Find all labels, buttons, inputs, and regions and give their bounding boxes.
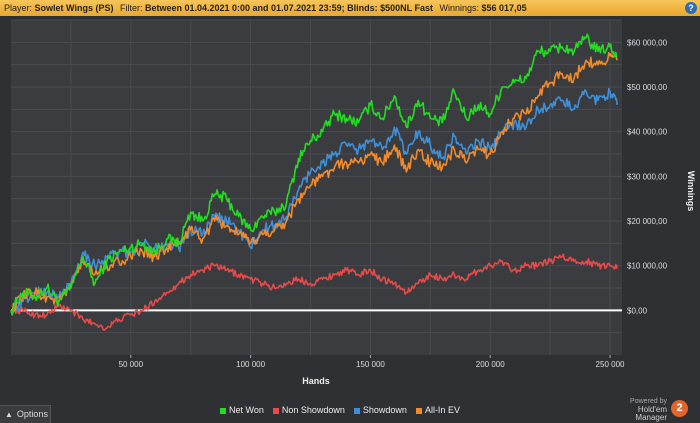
winnings-value: $56 017,05 bbox=[481, 3, 527, 13]
legend-swatch bbox=[415, 407, 422, 414]
y-tick-label: $60 000,00 bbox=[627, 38, 668, 47]
x-tick-label: 50 000 bbox=[119, 360, 144, 369]
options-button[interactable]: ▲ Options bbox=[0, 405, 51, 423]
filter-label: Filter: bbox=[119, 3, 143, 13]
powered-by: Powered by Hold'em Manager bbox=[617, 398, 667, 422]
x-axis: 50 000 100 000 150 000 200 000 250 000 bbox=[119, 355, 625, 369]
y-tick-label: $40 000,00 bbox=[627, 128, 668, 137]
y-axis: $0,00 $10 000,00 $20 000,00 $30 000,00 $40 0… bbox=[627, 38, 668, 315]
y-tick-label: $20 000,00 bbox=[627, 217, 668, 226]
player-label: Player: bbox=[4, 3, 33, 13]
legend-label: Showdown bbox=[362, 405, 407, 415]
options-label: Options bbox=[16, 409, 48, 419]
legend-label: All-In EV bbox=[424, 405, 460, 415]
legend: Net Won Non Showdown Showdown All-In EV bbox=[220, 405, 469, 419]
help-icon[interactable]: ? bbox=[685, 2, 697, 14]
caret-up-icon: ▲ bbox=[5, 410, 13, 419]
winnings-label: Winnings: bbox=[439, 3, 480, 13]
brand-name: Hold'em Manager bbox=[635, 405, 667, 422]
legend-label: Non Showdown bbox=[281, 405, 345, 415]
x-tick-label: 250 000 bbox=[596, 360, 625, 369]
x-tick-label: 100 000 bbox=[236, 360, 265, 369]
graph-window: Player: Sowlet Wings (PS) Filter: Betwee… bbox=[0, 0, 700, 423]
legend-swatch bbox=[353, 407, 360, 414]
x-tick-label: 200 000 bbox=[476, 360, 505, 369]
x-axis-label: Hands bbox=[302, 376, 330, 386]
legend-swatch bbox=[220, 407, 226, 414]
legend-swatch bbox=[272, 407, 279, 414]
y-tick-label: $30 000,00 bbox=[627, 172, 668, 181]
filter-text: Between 01.04.2021 0:00 and 01.07.2021 2… bbox=[144, 3, 433, 13]
x-tick-label: 150 000 bbox=[356, 360, 385, 369]
hm2-logo: 2 bbox=[671, 400, 688, 417]
legend-item[interactable]: All-In EV bbox=[415, 405, 460, 415]
y-tick-label: $10 000,00 bbox=[627, 262, 668, 271]
y-tick-label: $0,00 bbox=[627, 306, 648, 315]
player-name: Sowlet Wings (PS) bbox=[34, 3, 114, 13]
y-tick-label: $50 000,00 bbox=[627, 83, 668, 92]
y-axis-label: Winnings bbox=[686, 171, 696, 211]
legend-item[interactable]: Net Won bbox=[220, 405, 264, 415]
header-bar: Player: Sowlet Wings (PS) Filter: Betwee… bbox=[0, 0, 700, 16]
winnings-chart: 50 000 100 000 150 000 200 000 250 000 $0,00… bbox=[10, 19, 696, 386]
legend-item[interactable]: Showdown bbox=[353, 405, 407, 415]
legend-item[interactable]: Non Showdown bbox=[272, 405, 345, 415]
legend-label: Net Won bbox=[229, 405, 264, 415]
